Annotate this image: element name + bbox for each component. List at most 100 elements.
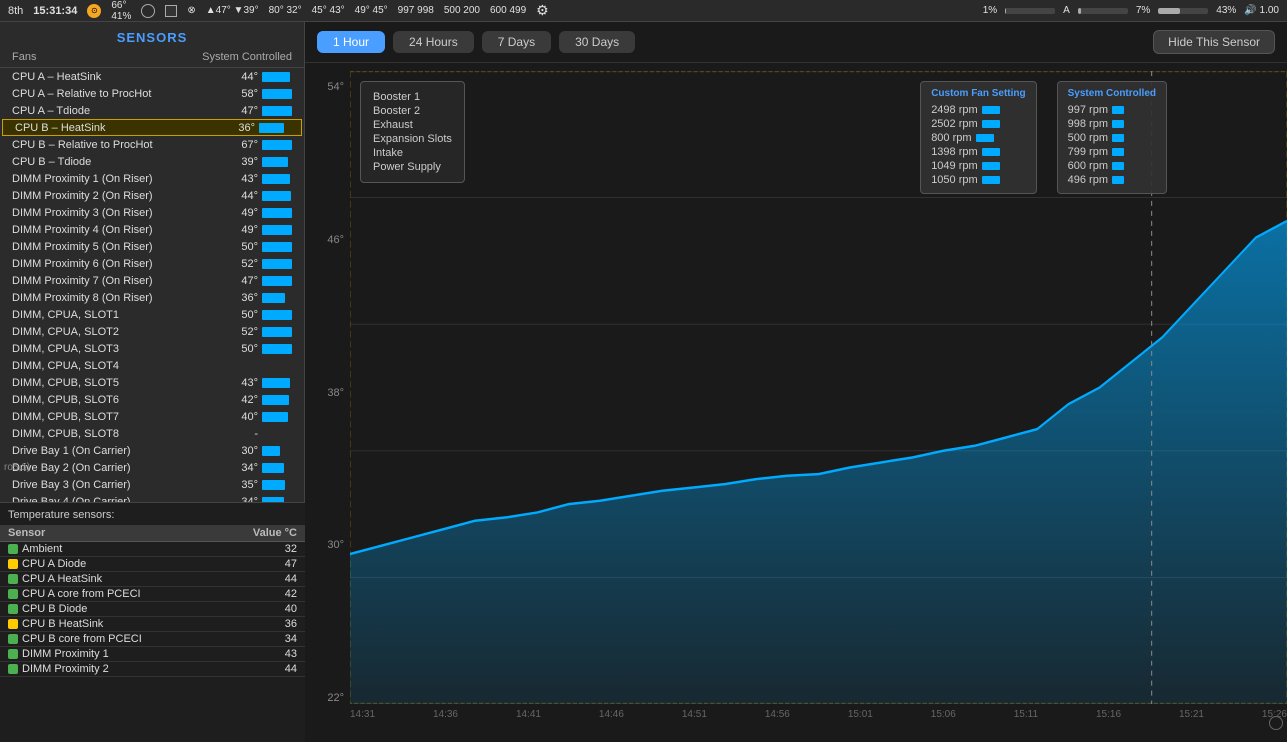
sensor-value: 49° (226, 207, 258, 219)
sensor-name: DIMM, CPUA, SLOT4 (12, 360, 226, 372)
graph-main-area: Booster 1Booster 2ExhaustExpansion Slots… (350, 71, 1287, 734)
custom-fan-title: Custom Fan Setting (931, 88, 1025, 99)
rpm-value: 799 rpm (1068, 146, 1108, 158)
sensor-row[interactable]: DIMM Proximity 5 (On Riser)50° (0, 238, 304, 255)
sensor-bar (262, 157, 288, 167)
sensor-row[interactable]: DIMM Proximity 2 (On Riser)44° (0, 187, 304, 204)
battery-pct: 66°41% (111, 0, 131, 22)
fan-legend-item: Expansion Slots (373, 132, 452, 146)
main-layout: SENSORS Fans System Controlled CPU A – H… (0, 22, 1287, 742)
sensor-bar (262, 208, 292, 218)
fan-rpm-row: 997 rpm (1068, 103, 1156, 117)
load-avg: 🔊 1.00 (1244, 5, 1279, 16)
temp-table-row: CPU A core from PCECI42 (0, 587, 305, 602)
temp-panel: Temperature sensors: Sensor Value °C Amb… (0, 502, 305, 742)
temp-sensor-value: 43 (218, 647, 305, 662)
sensor-row[interactable]: DIMM Proximity 3 (On Riser)49° (0, 204, 304, 221)
sensor-bar-container (262, 480, 292, 490)
sensor-bar-container (262, 344, 292, 354)
menubar-date: 8th (8, 5, 23, 17)
graph-y-labels: 54°46°38°30°22° (305, 71, 350, 734)
sensor-row[interactable]: DIMM Proximity 7 (On Riser)47° (0, 272, 304, 289)
temp-sensor-name: CPU A HeatSink (0, 572, 218, 587)
sensor-row[interactable]: DIMM, CPUA, SLOT252° (0, 323, 304, 340)
sensor-name: DIMM Proximity 2 (On Riser) (12, 190, 226, 202)
temp-sensor-value: 34 (218, 632, 305, 647)
fan-rpm-row: 496 rpm (1068, 173, 1156, 187)
sensor-row[interactable]: Drive Bay 4 (On Carrier)34° (0, 493, 304, 502)
sensor-row[interactable]: DIMM, CPUB, SLOT543° (0, 374, 304, 391)
temp-table-row: CPU B core from PCECI34 (0, 632, 305, 647)
sensor-row[interactable]: CPU B – Tdiode39° (0, 153, 304, 170)
time-range-button[interactable]: 24 Hours (393, 31, 474, 53)
sensor-row[interactable]: DIMM Proximity 8 (On Riser)36° (0, 289, 304, 306)
sensor-row[interactable]: Drive Bay 2 (On Carrier)34° (0, 459, 304, 476)
sensor-bar (262, 225, 292, 235)
time-range-button[interactable]: 7 Days (482, 31, 551, 53)
sensor-row[interactable]: DIMM, CPUB, SLOT8- (0, 425, 304, 442)
sensor-name: CPU A – HeatSink (12, 71, 226, 83)
sensor-row[interactable]: Drive Bay 3 (On Carrier)35° (0, 476, 304, 493)
sensor-row[interactable]: DIMM, CPUA, SLOT4 (0, 357, 304, 374)
sensor-name: DIMM Proximity 3 (On Riser) (12, 207, 226, 219)
sensor-bar (262, 480, 285, 490)
hide-sensor-button[interactable]: Hide This Sensor (1153, 30, 1275, 54)
fan-rpm-row: 1049 rpm (931, 159, 1025, 173)
sensor-row[interactable]: DIMM, CPUB, SLOT740° (0, 408, 304, 425)
sensor-bar (262, 412, 288, 422)
sensor-name: DIMM, CPUA, SLOT2 (12, 326, 226, 338)
sensors-list[interactable]: CPU A – HeatSink44°CPU A – Relative to P… (0, 68, 304, 502)
mem-progress (1078, 8, 1128, 14)
sensor-bar-container (262, 310, 292, 320)
status-dot (8, 559, 18, 569)
cpu-progress (1005, 8, 1055, 14)
disk-progress (1158, 8, 1208, 14)
sensor-value: 43° (226, 173, 258, 185)
temp-table-row: DIMM Proximity 244 (0, 662, 305, 677)
sensor-row[interactable]: CPU A – Relative to ProcHot58° (0, 85, 304, 102)
sensor-row[interactable]: CPU B – HeatSink36° (2, 119, 302, 136)
sensor-value: 47° (226, 275, 258, 287)
sensor-row[interactable]: DIMM, CPUA, SLOT350° (0, 340, 304, 357)
graph-content: 54°46°38°30°22° Booster 1Booster 2Exhaus… (305, 63, 1287, 742)
graph-x-label: 15:06 (931, 709, 956, 727)
sensor-name: DIMM, CPUB, SLOT7 (12, 411, 226, 423)
status-dot (8, 664, 18, 674)
temp-table-row: CPU A Diode47 (0, 557, 305, 572)
fan-legend-item: Booster 1 (373, 90, 452, 104)
sensor-name: DIMM, CPUB, SLOT8 (12, 428, 226, 440)
sensor-value: 30° (226, 445, 258, 457)
sensor-row[interactable]: DIMM Proximity 6 (On Riser)52° (0, 255, 304, 272)
sensor-row[interactable]: CPU A – Tdiode47° (0, 102, 304, 119)
sensor-row[interactable]: DIMM, CPUB, SLOT642° (0, 391, 304, 408)
sensor-bar-container (262, 174, 292, 184)
temp-sensor-value: 47 (218, 557, 305, 572)
sensor-row[interactable]: DIMM Proximity 4 (On Riser)49° (0, 221, 304, 238)
sensor-row[interactable]: CPU A – HeatSink44° (0, 68, 304, 85)
rpm-value: 1049 rpm (931, 160, 977, 172)
sensor-row[interactable]: CPU B – Relative to ProcHot67° (0, 136, 304, 153)
graph-x-label: 14:51 (682, 709, 707, 727)
sensor-row[interactable]: DIMM, CPUA, SLOT150° (0, 306, 304, 323)
disk-percent: 43% (1216, 5, 1236, 16)
sensor-bar-container (262, 361, 292, 371)
sensor-bar (262, 276, 292, 286)
temp-table-row: CPU A HeatSink44 (0, 572, 305, 587)
sensor-value: 67° (226, 139, 258, 151)
sensor-bar-container (262, 208, 292, 218)
sensor-value: 50° (226, 241, 258, 253)
graph-y-label: 54° (327, 81, 344, 93)
sensor-row[interactable]: Drive Bay 1 (On Carrier)30° (0, 442, 304, 459)
sensor-bar-container (262, 191, 292, 201)
temp-sensor-name: Ambient (0, 542, 218, 557)
sensor-name: DIMM Proximity 5 (On Riser) (12, 241, 226, 253)
menubar-icon (141, 4, 155, 18)
time-range-button[interactable]: 1 Hour (317, 31, 385, 53)
menubar-clock: 15:31:34 (33, 5, 77, 17)
temp-table-title: Temperature sensors: (0, 503, 305, 525)
time-range-button[interactable]: 30 Days (559, 31, 635, 53)
sensor-name: Drive Bay 3 (On Carrier) (12, 479, 226, 491)
graph-x-labels: 14:3114:3614:4114:4614:5114:5615:0115:06… (350, 707, 1287, 727)
graph-panel: 1 Hour 24 Hours 7 Days 30 Days Hide This Sen… (305, 22, 1287, 742)
sensor-row[interactable]: DIMM Proximity 1 (On Riser)43° (0, 170, 304, 187)
